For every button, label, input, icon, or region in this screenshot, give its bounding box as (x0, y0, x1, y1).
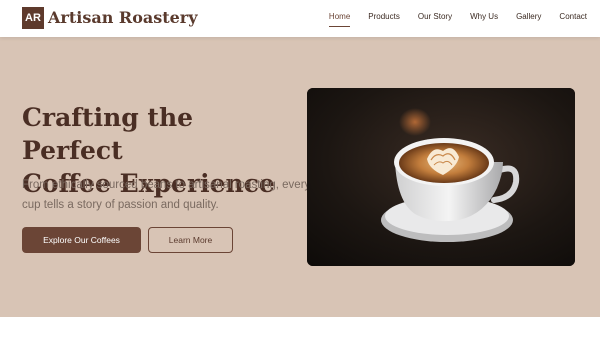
next-section (0, 317, 600, 339)
nav-home[interactable]: Home (328, 12, 351, 27)
brand-name[interactable]: Artisan Roastery (48, 8, 198, 27)
main-nav: Home Products Our Story Why Us Gallery C… (311, 12, 587, 27)
nav-contact[interactable]: Contact (559, 12, 587, 27)
latte-art-coffee-cup-illustration (307, 88, 575, 266)
explore-coffees-button[interactable]: Explore Our Coffees (22, 227, 141, 253)
nav-gallery[interactable]: Gallery (516, 12, 541, 27)
headline-line-1: Crafting the Perfect (22, 103, 194, 165)
hero-coffee-image (307, 88, 575, 266)
nav-why-us[interactable]: Why Us (470, 12, 498, 27)
nav-our-story[interactable]: Our Story (418, 12, 452, 27)
site-header: AR Artisan Roastery Home Products Our St… (0, 0, 600, 37)
hero-subtext: From ethically sourced beans to artisana… (22, 179, 311, 211)
logo-badge[interactable]: AR (22, 7, 44, 29)
hero-section: Crafting the Perfect Coffee Experience F… (0, 37, 600, 317)
nav-products[interactable]: Products (368, 12, 400, 27)
learn-more-button[interactable]: Learn More (148, 227, 233, 253)
